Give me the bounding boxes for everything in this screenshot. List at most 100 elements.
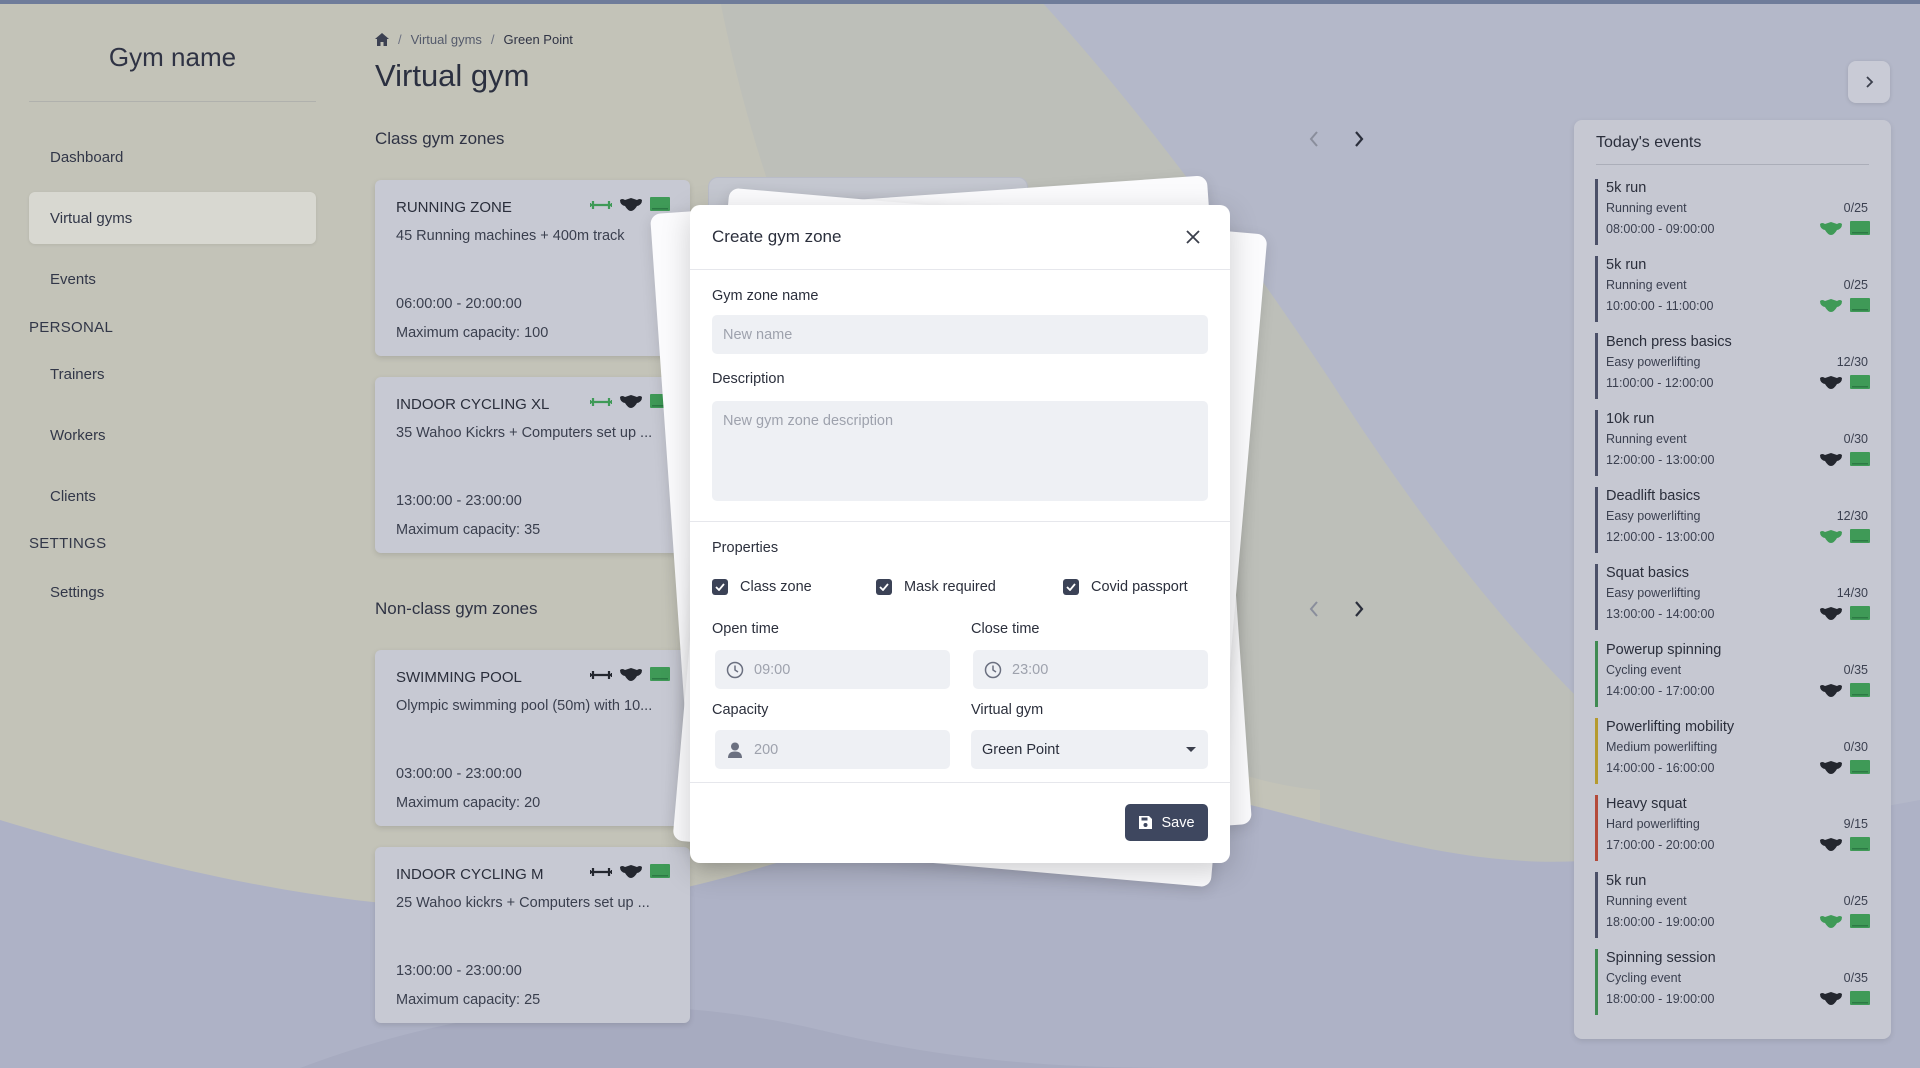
checkbox-checked-icon (1063, 579, 1079, 595)
chevron-right-icon[interactable] (1347, 127, 1371, 151)
mask-icon (1820, 375, 1842, 389)
zone-card[interactable]: RUNNING ZONE 45 Running machines + 400m … (375, 180, 690, 356)
zone-hours: 13:00:00 - 23:00:00 (396, 493, 522, 509)
zone-name: INDOOR CYCLING XL (396, 396, 550, 413)
event-type: Running event (1606, 894, 1687, 908)
create-gym-zone-modal: Create gym zone Gym zone name New name D… (690, 205, 1230, 863)
event-time: 10:00:00 - 11:00:00 (1606, 299, 1714, 313)
event-item[interactable]: Powerup spinning Cycling event 0/35 14:00:0… (1595, 641, 1870, 707)
zone-description: 25 Wahoo kickrs + Computers set up ... (396, 895, 650, 911)
covid-passport-checkbox[interactable]: Covid passport (1063, 579, 1188, 595)
description-textarea[interactable]: New gym zone description (712, 401, 1208, 501)
zone-card[interactable]: INDOOR CYCLING M 25 Wahoo kickrs + Compu… (375, 847, 690, 1023)
event-attendance: 14/30 (1836, 586, 1868, 600)
passport-icon (1850, 606, 1870, 620)
gym-zone-name-input[interactable]: New name (712, 315, 1208, 354)
event-item[interactable]: Bench press basics Easy powerlifting 12/30… (1595, 333, 1870, 399)
capacity-input[interactable]: 200 (715, 730, 950, 769)
event-item[interactable]: Spinning session Cycling event 0/35 18:00:0… (1595, 949, 1870, 1015)
event-type: Medium powerlifting (1606, 740, 1718, 754)
mask-icon (1820, 991, 1842, 1005)
event-item[interactable]: 5k run Running event 0/25 18:00:00 - 19:00:… (1595, 872, 1870, 938)
event-type: Easy powerlifting (1606, 586, 1701, 600)
zone-name: INDOOR CYCLING M (396, 866, 544, 883)
breadcrumb-separator: / (490, 32, 495, 47)
event-type: Running event (1606, 432, 1687, 446)
event-name: Spinning session (1606, 950, 1716, 966)
class-zone-checkbox[interactable]: Class zone (712, 579, 812, 595)
virtual-gym-label: Virtual gym (971, 702, 1044, 718)
event-attendance: 9/15 (1843, 817, 1868, 831)
virtual-gym-select[interactable]: Green Point (971, 730, 1208, 769)
event-type: Running event (1606, 278, 1687, 292)
event-item[interactable]: Powerlifting mobility Medium powerlifting… (1595, 718, 1870, 784)
close-time-label: Close time (971, 621, 1040, 637)
modal-title: Create gym zone (712, 227, 842, 246)
virtual-gym-value: Green Point (982, 741, 1060, 758)
mask-icon (620, 394, 642, 413)
close-icon[interactable] (1182, 226, 1204, 248)
event-item[interactable]: 5k run Running event 0/25 10:00:00 - 11:00:… (1595, 256, 1870, 322)
close-time-input[interactable]: 23:00 (973, 650, 1208, 689)
zone-hours: 06:00:00 - 20:00:00 (396, 296, 522, 312)
mask-icon (1820, 221, 1842, 235)
event-name: Heavy squat (1606, 796, 1687, 812)
mask-icon (1820, 683, 1842, 697)
gym-zone-name-label: Gym zone name (712, 288, 819, 304)
description-label: Description (712, 371, 785, 387)
mask-icon (620, 197, 642, 216)
nonclass-zones-title: Non-class gym zones (375, 599, 538, 618)
chevron-left-icon[interactable] (1302, 127, 1326, 151)
sidebar-item-trainers[interactable]: Trainers (29, 348, 316, 400)
sidebar-item-virtual-gyms[interactable]: Virtual gyms (29, 192, 316, 244)
mask-required-checkbox[interactable]: Mask required (876, 579, 996, 595)
passport-icon (1850, 221, 1870, 235)
event-name: 5k run (1606, 257, 1647, 273)
event-attendance: 0/35 (1843, 971, 1868, 985)
dumbbell-icon (588, 395, 614, 413)
mask-icon (620, 667, 642, 686)
zone-card[interactable]: SWIMMING POOL Olympic swimming pool (50m… (375, 650, 690, 826)
zone-card[interactable]: INDOOR CYCLING XL 35 Wahoo Kickrs + Comp… (375, 377, 690, 553)
sidebar-item-events[interactable]: Events (29, 253, 316, 305)
breadcrumb-virtual-gyms[interactable]: Virtual gyms (411, 32, 482, 47)
event-item[interactable]: 5k run Running event 0/25 08:00:00 - 09:00:… (1595, 179, 1870, 245)
expand-panel-button[interactable] (1848, 61, 1890, 103)
zone-capacity: Maximum capacity: 100 (396, 325, 549, 341)
open-time-input[interactable]: 09:00 (715, 650, 950, 689)
event-name: Deadlift basics (1606, 488, 1701, 504)
properties-label: Properties (712, 540, 779, 556)
event-attendance: 0/30 (1843, 432, 1868, 446)
section-settings: SETTINGS (29, 535, 107, 552)
mask-icon (1820, 529, 1842, 543)
breadcrumb-separator: / (398, 32, 402, 47)
event-item[interactable]: Heavy squat Hard powerlifting 9/15 17:00:00… (1595, 795, 1870, 861)
zone-description: Olympic swimming pool (50m) with 10... (396, 698, 653, 714)
mask-required-label: Mask required (904, 579, 996, 595)
chevron-left-icon[interactable] (1302, 597, 1326, 621)
mask-icon (1820, 452, 1842, 466)
event-item[interactable]: Squat basics Easy powerlifting 14/30 13:00:… (1595, 564, 1870, 630)
divider (690, 782, 1230, 783)
page-title: Virtual gym (375, 58, 530, 93)
open-time-placeholder: 09:00 (754, 661, 791, 678)
divider (690, 521, 1230, 522)
zone-capacity: Maximum capacity: 25 (396, 992, 541, 1008)
home-icon[interactable] (375, 33, 389, 46)
event-item[interactable]: Deadlift basics Easy powerlifting 12/30 12:… (1595, 487, 1870, 553)
passport-icon (1850, 375, 1870, 389)
passport-icon (650, 864, 670, 883)
class-zone-label: Class zone (740, 579, 812, 595)
event-name: 10k run (1606, 411, 1655, 427)
chevron-right-icon[interactable] (1347, 597, 1371, 621)
sidebar-item-clients[interactable]: Clients (29, 470, 316, 522)
sidebar-item-dashboard[interactable]: Dashboard (29, 131, 316, 183)
event-name: Squat basics (1606, 565, 1690, 581)
event-item[interactable]: 10k run Running event 0/30 12:00:00 - 13:00… (1595, 410, 1870, 476)
caret-down-icon (1186, 747, 1196, 752)
event-time: 13:00:00 - 14:00:00 (1606, 607, 1715, 621)
event-time: 12:00:00 - 13:00:00 (1606, 530, 1715, 544)
sidebar-item-settings[interactable]: Settings (29, 566, 316, 618)
save-button[interactable]: Save (1125, 804, 1208, 841)
sidebar-item-workers[interactable]: Workers (29, 409, 316, 461)
